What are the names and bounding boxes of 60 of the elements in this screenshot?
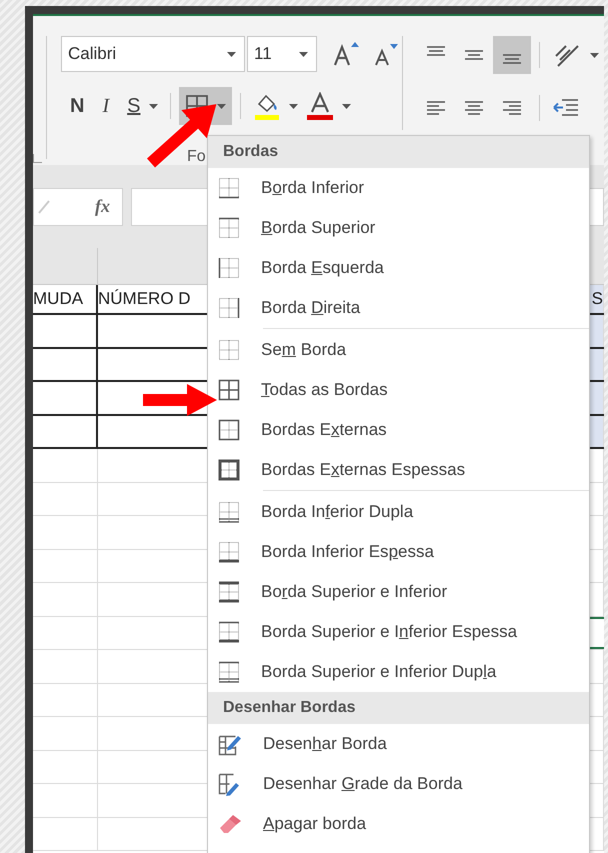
menu-item[interactable]: Borda Inferior	[208, 168, 589, 208]
right-border-icon	[218, 297, 240, 319]
menu-item[interactable]: Bordas Externas Espessas	[208, 450, 589, 490]
double-bottom-border-icon	[218, 501, 240, 523]
menu-item[interactable]: Desenhar Borda	[208, 724, 589, 764]
menu-item[interactable]: Todas as Bordas	[208, 370, 589, 410]
menu-item[interactable]: Apagar borda	[208, 804, 589, 844]
insert-function-button[interactable]: fx	[95, 196, 110, 217]
shrink-font-icon[interactable]	[373, 42, 399, 66]
menu-section-header: Bordas	[208, 136, 589, 168]
top-bottom-border-icon	[218, 581, 240, 603]
caret-icon	[590, 52, 599, 58]
top-thick-bottom-border-icon	[218, 621, 240, 643]
menu-item[interactable]: Desenhar Grade da Borda	[208, 764, 589, 804]
bottom-border-icon	[218, 177, 240, 199]
font-size-field[interactable]: 11	[247, 36, 317, 72]
group-label: Fo	[187, 148, 206, 166]
bold-button[interactable]: N	[61, 87, 94, 125]
menu-item[interactable]: Borda Superior e Inferior	[208, 572, 589, 612]
align-bottom-button[interactable]	[493, 36, 531, 74]
menu-section-header: Desenhar Bordas	[208, 692, 589, 724]
caret-icon	[289, 104, 298, 108]
font-name-field[interactable]: Calibri	[61, 36, 245, 72]
dialog-launcher-icon[interactable]	[33, 154, 42, 163]
menu-item[interactable]: Borda Superior	[208, 208, 589, 248]
check-icon[interactable]	[38, 200, 50, 214]
align-middle-icon	[465, 50, 483, 60]
no-border-icon	[218, 339, 240, 361]
left-border-icon	[218, 257, 240, 279]
top-border-icon	[218, 217, 240, 239]
font-color-icon	[306, 92, 334, 120]
menu-item[interactable]: Borda Inferior Espessa	[208, 532, 589, 572]
grow-font-icon[interactable]	[333, 41, 361, 67]
align-top-icon	[427, 46, 445, 56]
menu-item[interactable]: Sem Borda	[208, 330, 589, 370]
italic-button[interactable]: I	[93, 87, 118, 125]
align-right-icon	[503, 101, 521, 115]
menu-item[interactable]: Bordas Externas	[208, 410, 589, 450]
menu-item[interactable]: Borda Superior e Inferior Dupla	[208, 652, 589, 692]
caret-icon	[299, 52, 308, 56]
underline-button[interactable]: S	[118, 87, 150, 125]
caret-icon	[227, 52, 236, 56]
menu-item[interactable]: Borda Esquerda	[208, 248, 589, 288]
align-center-icon	[465, 101, 483, 115]
align-bottom-icon	[503, 54, 521, 64]
menu-item[interactable]: Borda Superior e Inferior Espessa	[208, 612, 589, 652]
caret-icon	[149, 104, 158, 108]
pencil-grid-icon	[218, 772, 242, 796]
table-cell: MUDA	[33, 285, 98, 313]
all-borders-icon	[218, 379, 240, 401]
paint-bucket-icon	[253, 92, 282, 120]
caret-icon	[342, 104, 352, 108]
eraser-icon	[218, 813, 242, 835]
caret-icon	[217, 104, 226, 108]
top-double-bottom-border-icon	[218, 661, 240, 683]
outside-borders-icon	[218, 419, 240, 441]
menu-item[interactable]: Borda Inferior Dupla	[208, 492, 589, 532]
thick-bottom-border-icon	[218, 541, 240, 563]
thick-outside-borders-icon	[218, 459, 240, 481]
align-left-icon	[427, 101, 445, 115]
